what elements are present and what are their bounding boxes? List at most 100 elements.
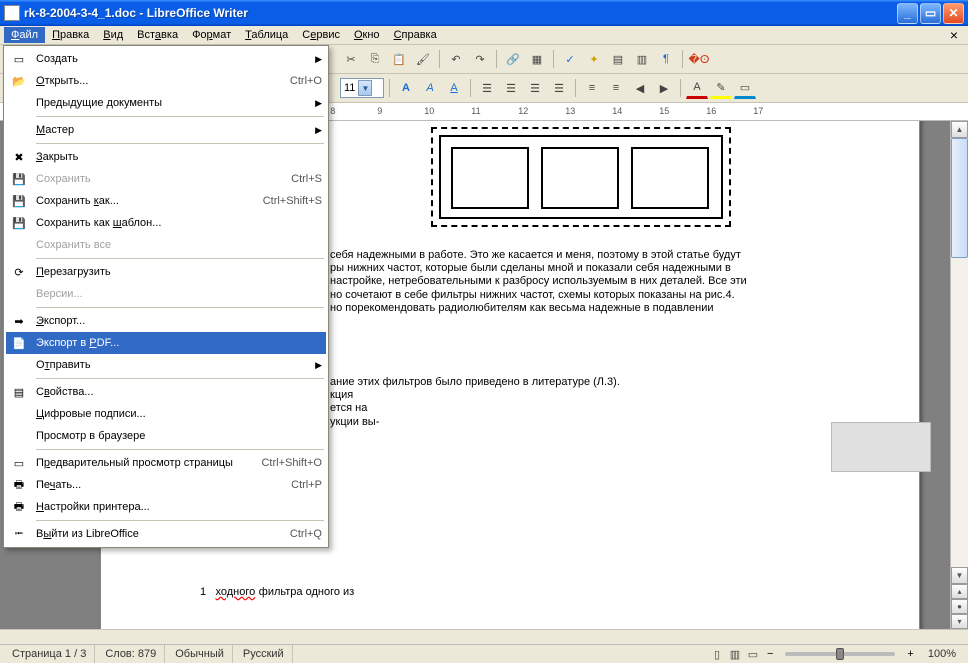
next-page-button[interactable]: ▾ — [951, 614, 968, 629]
menu-tools[interactable]: Сервис — [295, 27, 347, 43]
window-close-button[interactable]: ✕ — [943, 3, 964, 24]
vertical-scrollbar[interactable]: ▲ ▼ ▴ ● ▾ — [950, 121, 968, 629]
menu-item[interactable]: 🖶Печать...Ctrl+P — [6, 474, 326, 496]
menu-item[interactable]: Отправить▶ — [6, 354, 326, 376]
increase-indent-icon[interactable]: ▶ — [653, 77, 675, 99]
status-style[interactable]: Обычный — [167, 645, 233, 663]
preview-icon: ▭ — [8, 454, 30, 472]
fontsize-value: 11 — [344, 82, 355, 94]
menu-item[interactable]: ▭Создать▶ — [6, 48, 326, 70]
zoom-in-icon[interactable]: + — [903, 648, 917, 660]
scroll-thumb[interactable] — [951, 138, 968, 258]
menu-help[interactable]: Справка — [387, 27, 444, 43]
bold-icon[interactable]: A — [395, 77, 417, 99]
underline-icon[interactable]: A — [443, 77, 465, 99]
menu-table[interactable]: Таблица — [238, 27, 295, 43]
zoom-out-icon[interactable]: − — [763, 648, 777, 660]
menu-item[interactable]: Предыдущие документы▶ — [6, 92, 326, 114]
menu-item[interactable]: ⭰Выйти из LibreOfficeCtrl+Q — [6, 523, 326, 545]
align-left-icon[interactable]: ☰ — [476, 77, 498, 99]
blank-icon — [8, 356, 30, 374]
table-icon[interactable]: ▦ — [526, 48, 548, 70]
menu-item[interactable]: ▤Свойства... — [6, 381, 326, 403]
cut-icon[interactable]: ✂ — [340, 48, 362, 70]
copy-icon[interactable]: ⎘ — [364, 48, 386, 70]
window-title: rk-8-2004-3-4_1.doc - LibreOffice Writer — [24, 6, 895, 20]
menu-window[interactable]: Окно — [347, 27, 387, 43]
menu-edit[interactable]: Правка — [45, 27, 96, 43]
bg-color-icon[interactable]: ▭ — [734, 77, 756, 99]
menu-item-label: Закрыть — [36, 151, 322, 163]
menu-item[interactable]: Цифровые подписи... — [6, 403, 326, 425]
decrease-indent-icon[interactable]: ◀ — [629, 77, 651, 99]
prev-page-button[interactable]: ▴ — [951, 584, 968, 599]
hyperlink-icon[interactable]: 🔗 — [502, 48, 524, 70]
menu-item[interactable]: 📂Открыть...Ctrl+O — [6, 70, 326, 92]
fontsize-combo[interactable]: 11 ▼ — [340, 78, 384, 98]
italic-icon[interactable]: A — [419, 77, 441, 99]
status-words[interactable]: Слов: 879 — [97, 645, 165, 663]
submenu-arrow-icon: ▶ — [315, 125, 322, 136]
horizontal-scroll-area — [0, 629, 968, 644]
menu-item: Версии... — [6, 283, 326, 305]
datasource-icon[interactable]: ▥ — [631, 48, 653, 70]
status-zoom[interactable]: 100% — [920, 645, 964, 663]
menu-item[interactable]: 🖶Настройки принтера... — [6, 496, 326, 518]
menu-view[interactable]: Вид — [96, 27, 130, 43]
redo-icon[interactable]: ↷ — [469, 48, 491, 70]
menu-item[interactable]: ⟳Перезагрузить — [6, 261, 326, 283]
zoom-slider[interactable] — [785, 652, 895, 656]
menu-item[interactable]: Мастер▶ — [6, 119, 326, 141]
minimize-button[interactable]: _ — [897, 3, 918, 24]
help-icon[interactable]: �ⵙ — [688, 48, 710, 70]
menu-item[interactable]: ▭Предварительный просмотр страницыCtrl+S… — [6, 452, 326, 474]
open-icon: 📂 — [8, 72, 30, 90]
embedded-image[interactable] — [431, 127, 731, 227]
gallery-icon[interactable]: ▤ — [607, 48, 629, 70]
highlight-icon[interactable]: ✎ — [710, 77, 732, 99]
bullet-list-icon[interactable]: ≡ — [605, 77, 627, 99]
document-close-x[interactable]: × — [944, 27, 964, 43]
status-page[interactable]: Страница 1 / 3 — [4, 645, 95, 663]
menu-item: Сохранить все — [6, 234, 326, 256]
new-icon: ▭ — [8, 50, 30, 68]
nav-button[interactable]: ● — [951, 599, 968, 614]
view-multi-icon[interactable]: ▥ — [727, 647, 743, 661]
menu-item[interactable]: ➡Экспорт... — [6, 310, 326, 332]
menu-item[interactable]: 📄Экспорт в PDF... — [6, 332, 326, 354]
body-text: себя надежными в работе. Это же касается… — [330, 249, 910, 315]
format-paint-icon[interactable]: 🖌 — [412, 48, 434, 70]
align-center-icon[interactable]: ☰ — [500, 77, 522, 99]
menu-item-shortcut: Ctrl+O — [290, 75, 322, 87]
scroll-track[interactable] — [951, 138, 968, 567]
align-right-icon[interactable]: ☰ — [524, 77, 546, 99]
undo-icon[interactable]: ↶ — [445, 48, 467, 70]
submenu-arrow-icon: ▶ — [315, 360, 322, 371]
menu-item[interactable]: 💾Сохранить как...Ctrl+Shift+S — [6, 190, 326, 212]
close-icon: ✖ — [8, 148, 30, 166]
menu-item-label: Создать — [36, 53, 309, 65]
menu-item[interactable]: Просмотр в браузере — [6, 425, 326, 447]
spellcheck-icon[interactable]: ✓ — [559, 48, 581, 70]
menu-format[interactable]: Формат — [185, 27, 238, 43]
align-justify-icon[interactable]: ☰ — [548, 77, 570, 99]
menu-item[interactable]: ✖ Закрыть — [6, 146, 326, 168]
view-book-icon[interactable]: ▭ — [745, 647, 761, 661]
autocheck-icon[interactable]: ✦ — [583, 48, 605, 70]
menu-item[interactable]: 💾Сохранить как шаблон... — [6, 212, 326, 234]
font-color-icon[interactable]: A — [686, 77, 708, 99]
maximize-button[interactable]: ▭ — [920, 3, 941, 24]
file-menu-dropdown: ▭ Создать ▶ 📂Открыть...Ctrl+OПредыдущие док… — [3, 45, 329, 548]
menu-file[interactable]: Файл — [4, 27, 45, 43]
numbered-list-icon[interactable]: ≡ — [581, 77, 603, 99]
scroll-up-button[interactable]: ▲ — [951, 121, 968, 138]
nonprint-icon[interactable]: ¶ — [655, 48, 677, 70]
chevron-down-icon[interactable]: ▼ — [358, 80, 372, 96]
view-single-icon[interactable]: ▯ — [709, 647, 725, 661]
scroll-down-button[interactable]: ▼ — [951, 567, 968, 584]
menu-insert[interactable]: Вставка — [130, 27, 185, 43]
menu-item-label: Версии... — [36, 288, 322, 300]
status-lang[interactable]: Русский — [235, 645, 293, 663]
zoom-knob[interactable] — [836, 648, 844, 660]
paste-icon[interactable]: 📋 — [388, 48, 410, 70]
